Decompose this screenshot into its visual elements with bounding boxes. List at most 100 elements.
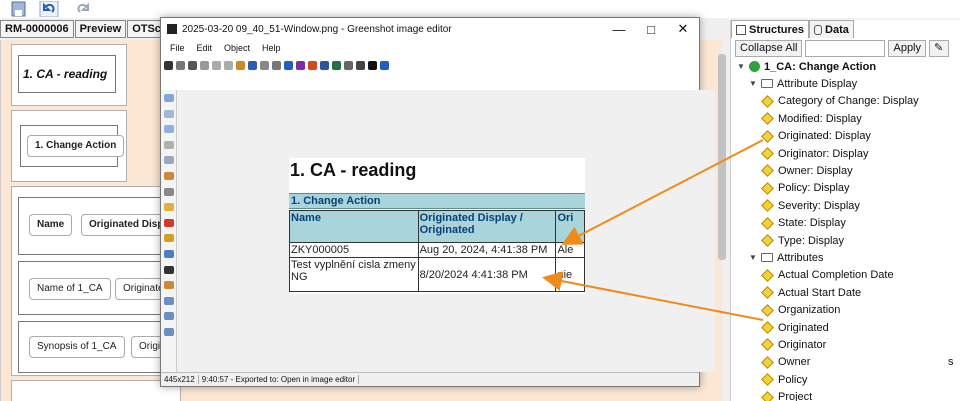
cell-originated: 8/20/2024 4:41:38 PM xyxy=(417,257,557,292)
collapse-all-button[interactable]: Collapse All xyxy=(735,40,803,57)
section-node[interactable]: 1. Change Action xyxy=(11,110,127,182)
select-tool-icon[interactable] xyxy=(164,94,174,102)
tree-item[interactable]: Originated xyxy=(761,319,829,336)
obfuscate-tool-icon[interactable] xyxy=(164,250,174,258)
tree-item[interactable]: Project xyxy=(761,389,812,401)
undo-icon[interactable] xyxy=(248,60,257,70)
greenshot-menubar: File Edit Object Help xyxy=(161,40,699,56)
save-icon[interactable] xyxy=(164,60,173,70)
shadow-tool-icon[interactable] xyxy=(164,312,174,321)
align-tool-icon[interactable] xyxy=(164,296,174,305)
onenote-icon[interactable] xyxy=(296,60,305,70)
root-node[interactable]: 1. CA - reading xyxy=(11,44,127,106)
report-table: Name Originated Display / Originated Ori… xyxy=(289,210,585,292)
crop-icon[interactable] xyxy=(344,60,353,70)
expand-caret-icon[interactable]: ▼ xyxy=(749,79,757,88)
tree-item[interactable]: Owner: Display xyxy=(761,162,853,179)
apply-button[interactable]: Apply xyxy=(888,40,927,57)
tree-item[interactable]: Policy: Display xyxy=(761,180,850,197)
paste-icon[interactable] xyxy=(236,60,245,70)
tree-item-label: Originated: Display xyxy=(778,130,871,143)
minimize-button[interactable]: — xyxy=(603,18,635,40)
tree-item[interactable]: State: Display xyxy=(761,215,846,232)
maximize-button[interactable]: □ xyxy=(635,18,667,40)
menu-object[interactable]: Object xyxy=(224,43,250,53)
greenshot-vertical-scrollbar[interactable] xyxy=(718,54,726,260)
arrow-tool-icon[interactable] xyxy=(164,156,174,165)
close-button[interactable]: ✕ xyxy=(667,18,699,40)
bottom-node[interactable] xyxy=(11,380,181,401)
tree-group[interactable]: ▼ Attribute Display xyxy=(749,75,857,92)
tree-filter-input[interactable] xyxy=(805,40,886,57)
tab-record-id[interactable]: RM-0000006 xyxy=(0,20,74,38)
name-of-ca-chip[interactable]: Name of 1_CA xyxy=(29,278,111,300)
report-table-header: Name Originated Display / Originated Ori xyxy=(289,210,585,243)
tree-item[interactable]: Type: Display xyxy=(761,232,844,249)
image-tool-icon[interactable] xyxy=(164,281,174,290)
tree-item[interactable]: Actual Completion Date xyxy=(761,267,894,284)
menu-file[interactable]: File xyxy=(170,43,185,53)
resize-icon[interactable] xyxy=(356,60,365,70)
tree-item[interactable]: Owner xyxy=(761,354,810,371)
word-icon[interactable] xyxy=(320,60,329,70)
tree-group[interactable]: ▼ Attributes xyxy=(749,249,823,266)
tree-item[interactable]: Originator: Display xyxy=(761,145,868,162)
outlook-icon[interactable] xyxy=(284,60,293,70)
tree-item-label: Originator xyxy=(778,338,827,351)
report-image: 1. CA - reading 1. Change Action Name Or… xyxy=(289,158,585,294)
tab-preview[interactable]: Preview xyxy=(74,20,127,38)
help-icon[interactable] xyxy=(380,60,389,70)
table-node[interactable]: Name Originated Display Name of 1_CA Ori… xyxy=(11,186,186,376)
pen-tool-icon[interactable] xyxy=(164,172,174,180)
tab-structures[interactable]: Structures xyxy=(731,20,810,38)
tree-item-label: Severity: Display xyxy=(778,199,860,212)
tree-item[interactable]: Organization xyxy=(761,302,840,319)
menu-edit[interactable]: Edit xyxy=(197,43,213,53)
status-dot-icon xyxy=(749,61,760,72)
fit-tool-icon[interactable] xyxy=(164,328,174,336)
expand-caret-icon[interactable]: ▼ xyxy=(737,62,745,71)
print-icon[interactable] xyxy=(188,60,197,70)
root-node-title: 1. CA - reading xyxy=(23,67,108,81)
redo-icon[interactable] xyxy=(70,0,96,18)
expand-caret-icon[interactable]: ▼ xyxy=(749,253,757,262)
excel-icon[interactable] xyxy=(332,60,341,70)
info-icon[interactable] xyxy=(368,60,377,70)
tree-item[interactable]: Category of Change: Display xyxy=(761,93,919,110)
redo-icon[interactable] xyxy=(260,60,269,70)
clear-filter-button[interactable]: ✎ xyxy=(929,40,950,57)
crop-tool-icon[interactable] xyxy=(164,265,174,274)
copy-icon[interactable] xyxy=(224,60,233,70)
main-toolbar xyxy=(0,0,960,18)
menu-help[interactable]: Help xyxy=(262,43,281,53)
cut-icon[interactable] xyxy=(212,60,221,70)
tree-item[interactable]: Modified: Display xyxy=(761,110,862,127)
name-chip[interactable]: Name xyxy=(29,214,73,236)
attribute-icon xyxy=(761,234,774,247)
section-node-chip[interactable]: 1. Change Action xyxy=(27,135,125,157)
save-icon[interactable] xyxy=(6,0,32,18)
tree-item[interactable]: Severity: Display xyxy=(761,197,860,214)
ellipse-tool-icon[interactable] xyxy=(164,125,174,134)
counter-tool-icon[interactable] xyxy=(164,218,174,227)
synopsis-chip[interactable]: Synopsis of 1_CA xyxy=(29,336,125,358)
tree-item[interactable]: Originated: Display xyxy=(761,128,871,145)
attribute-icon xyxy=(761,147,774,160)
settings-icon[interactable] xyxy=(272,60,281,70)
undo-icon[interactable] xyxy=(36,0,62,18)
tree-item[interactable]: Policy xyxy=(761,371,807,388)
tab-data[interactable]: Data xyxy=(809,20,854,38)
circle-icon[interactable] xyxy=(200,60,209,70)
text-tool-icon[interactable] xyxy=(164,187,174,196)
header-name: Name xyxy=(289,210,419,243)
tree-item[interactable]: Actual Start Date xyxy=(761,284,861,301)
speechbubble-tool-icon[interactable] xyxy=(164,203,174,212)
greenshot-statusbar: 445x212 9:40:57 - Exported to: Open in i… xyxy=(161,372,699,386)
tree-root[interactable]: ▼ 1_CA: Change Action xyxy=(737,58,876,75)
line-tool-icon[interactable] xyxy=(164,140,174,149)
highlight-tool-icon[interactable] xyxy=(164,234,174,243)
office-icon[interactable] xyxy=(308,60,317,70)
clipboard-icon[interactable] xyxy=(176,60,185,70)
rectangle-tool-icon[interactable] xyxy=(164,109,174,118)
tree-item[interactable]: Originator xyxy=(761,336,826,353)
